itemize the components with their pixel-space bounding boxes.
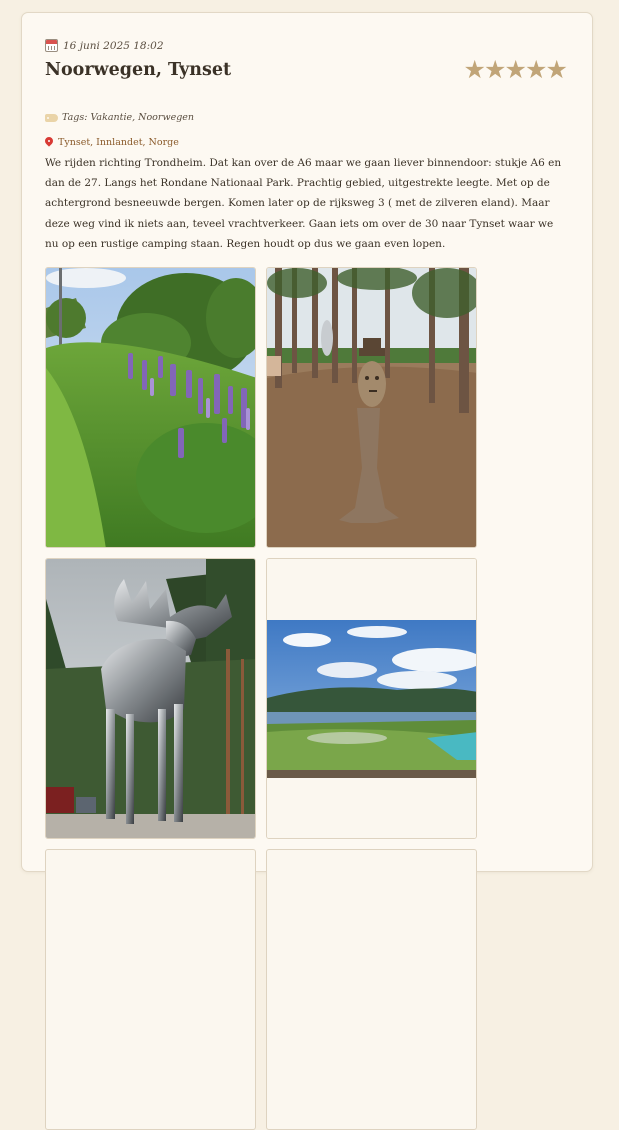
- star-icon: ★: [463, 55, 486, 84]
- photo-lupine-flowers[interactable]: [45, 267, 256, 548]
- tag-icon: [45, 113, 58, 122]
- photo-thumbnail[interactable]: [266, 849, 477, 1130]
- pin-icon: [45, 137, 53, 148]
- star-icon: ★: [545, 55, 568, 84]
- rating-stars: ★ ★ ★ ★ ★: [463, 55, 568, 84]
- tags-label: Tags: Vakantie, Noorwegen: [62, 112, 195, 123]
- star-icon: ★: [504, 55, 527, 84]
- photo-silver-moose[interactable]: [45, 558, 256, 839]
- entry-body: We rijden richting Trondheim. Dat kan ov…: [45, 157, 562, 250]
- entry-location[interactable]: Tynset, Innlandet, Norge: [45, 137, 179, 148]
- star-icon: ★: [525, 55, 548, 84]
- star-icon: ★: [484, 55, 507, 84]
- photo-wood-carving[interactable]: [266, 267, 477, 548]
- photo-thumbnail[interactable]: [45, 849, 256, 1130]
- entry-tags: Tags: Vakantie, Noorwegen: [45, 112, 194, 123]
- entry-title: Noorwegen, Tynset: [45, 60, 232, 80]
- entry-date: 16 juni 2025 18:02: [63, 39, 164, 52]
- entry-date-row: 16 juni 2025 18:02: [45, 39, 164, 52]
- journal-entry-card: 16 juni 2025 18:02 Noorwegen, Tynset ★ ★…: [21, 12, 593, 1130]
- location-link[interactable]: Tynset, Innlandet, Norge: [58, 137, 179, 148]
- photo-lake-valley[interactable]: [266, 558, 477, 839]
- calendar-icon: [45, 39, 58, 52]
